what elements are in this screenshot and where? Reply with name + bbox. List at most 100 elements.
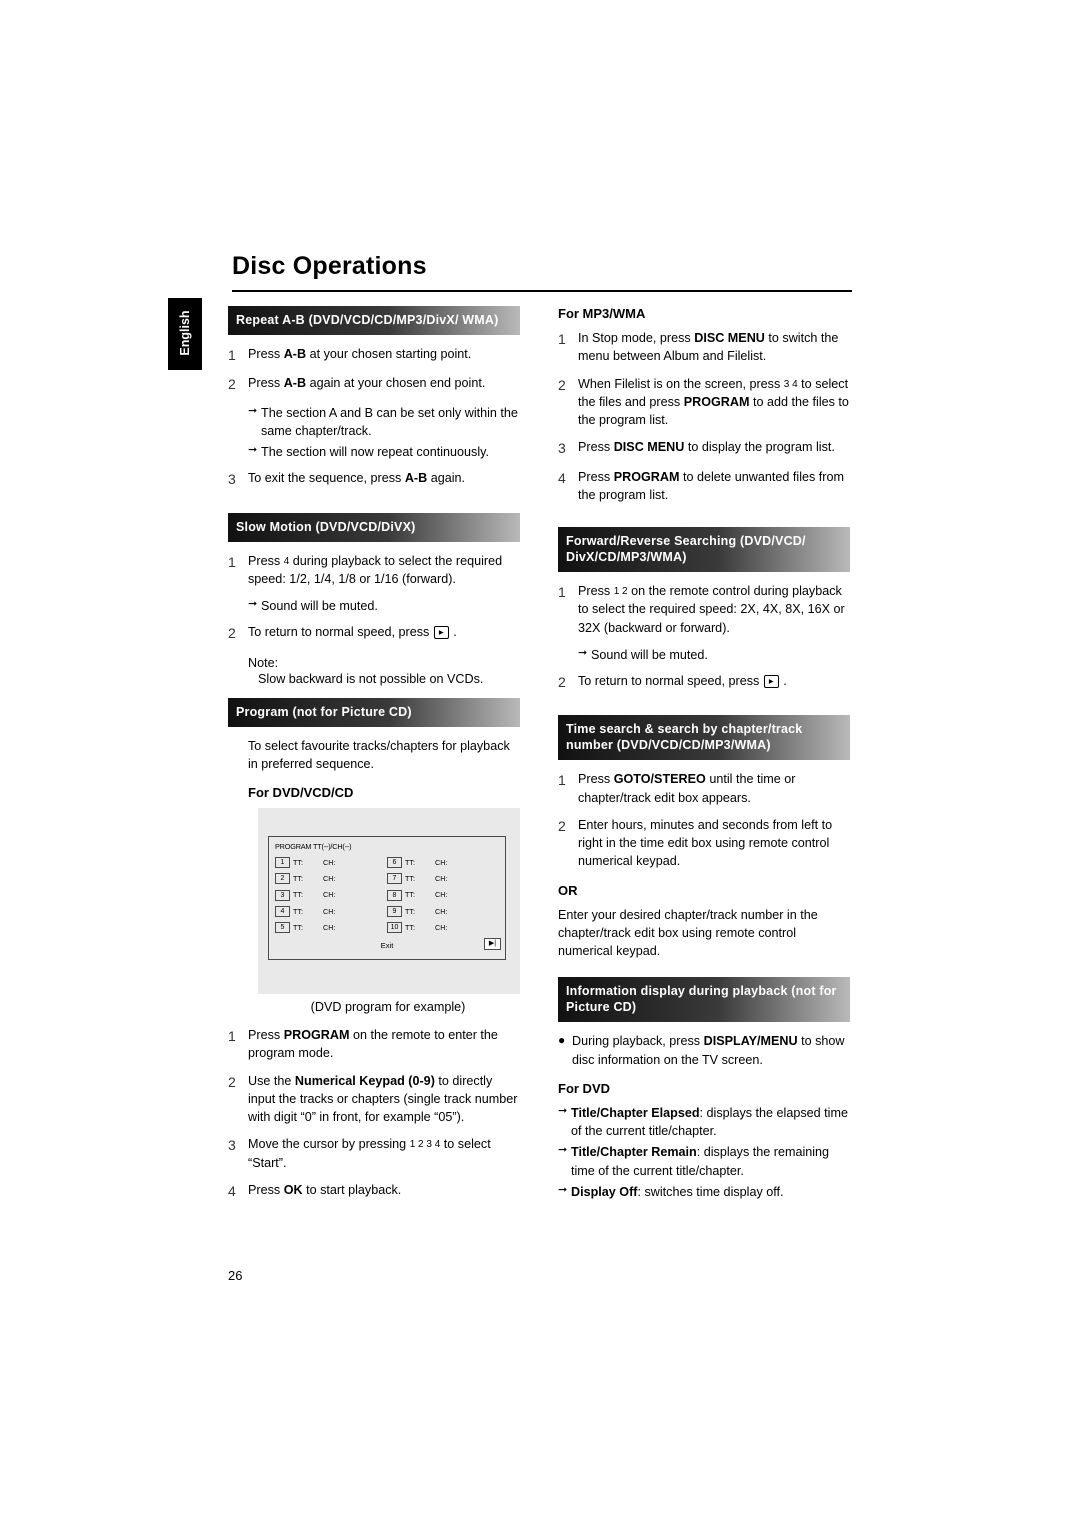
step-text: Press OK to start playback. xyxy=(248,1182,402,1197)
slot-chapter-label: CH: xyxy=(435,906,448,916)
section-header-time-search: Time search & search by chapter/track nu… xyxy=(558,715,850,761)
bullet-bold-label: Display Off xyxy=(571,1184,638,1199)
step-text: To return to normal speed, press ▸ . xyxy=(578,674,787,689)
program-screen-title: PROGRAM TT(--)/CH(--) xyxy=(275,842,352,852)
step: 3 To exit the sequence, press A-B again. xyxy=(228,469,520,489)
slot-chapter-label: CH: xyxy=(435,922,448,932)
or-text: Enter your desired chapter/track number … xyxy=(558,907,818,959)
step-text: Move the cursor by pressing 1 2 3 4 to s… xyxy=(248,1137,491,1170)
step-text: To return to normal speed, press ▸ . xyxy=(248,625,457,640)
or-label: OR xyxy=(558,882,578,898)
bullet-bold-label: Title/Chapter Remain xyxy=(571,1145,697,1160)
step-number: 1 xyxy=(558,772,566,789)
step-text: Press A-B again at your chosen end point… xyxy=(248,376,486,391)
step-text: Press 1 2 on the remote control during p… xyxy=(578,584,845,635)
slot-index: 4 xyxy=(275,905,290,917)
step: 4 Press OK to start playback. xyxy=(228,1181,520,1201)
next-page-icon: ▶| xyxy=(484,938,501,951)
slot-title-label: TT: xyxy=(293,858,303,868)
bullet-text: The section will now repeat continuously… xyxy=(261,445,489,460)
program-slot: 3 TT: CH: xyxy=(275,889,387,901)
section-header-forward-reverse-searching: Forward/Reverse Searching (DVD/VCD/ DivX… xyxy=(558,527,850,573)
step: 3 Press DISC MENU to display the program… xyxy=(558,438,850,458)
step: 2 To return to normal speed, press ▸ . xyxy=(558,672,850,692)
note-label: Note: xyxy=(248,655,279,670)
arrow-icon: ➞ xyxy=(248,444,258,457)
step: 1 Press GOTO/STEREO until the time or ch… xyxy=(558,770,850,807)
arrow-icon: ➞ xyxy=(578,646,588,659)
slot-chapter-label: CH: xyxy=(323,858,336,868)
step-number: 3 xyxy=(228,471,236,488)
slot-title-label: TT: xyxy=(293,922,303,932)
title-divider xyxy=(232,290,852,292)
subhead-for-dvd-vcd-cd: For DVD/VCD/CD xyxy=(248,785,354,801)
bullet-item: ➞ Title/Chapter Elapsed: displays the el… xyxy=(558,1104,850,1141)
program-slot: 2 TT: CH: xyxy=(275,873,387,885)
arrow-icon: ➞ xyxy=(558,1183,568,1196)
table-row: 3 TT: CH: 8 TT: CH: xyxy=(275,889,499,901)
direction-keys-icon: 1 2 3 4 xyxy=(409,1139,441,1151)
step: 2 To return to normal speed, press ▸ . xyxy=(228,623,520,643)
program-screen-illustration: PROGRAM TT(--)/CH(--) 1 TT: CH: 6 TT: CH… xyxy=(258,808,520,995)
page-number: 26 xyxy=(228,1268,243,1283)
slot-index: 9 xyxy=(387,905,402,917)
step-number: 2 xyxy=(228,376,236,393)
program-slot: 9 TT: CH: xyxy=(387,905,499,917)
slot-chapter-label: CH: xyxy=(435,874,448,884)
slot-index: 7 xyxy=(387,873,402,885)
step: 4 Press PROGRAM to delete unwanted files… xyxy=(558,468,850,505)
table-row: 5 TT: CH: 10 TT: CH: xyxy=(275,921,499,933)
slot-title-label: TT: xyxy=(405,906,415,916)
bullet-item: ➞ Display Off: switches time display off… xyxy=(558,1183,850,1201)
program-slot: 10 TT: CH: xyxy=(387,921,499,933)
step-text: Enter hours, minutes and seconds from le… xyxy=(578,817,833,869)
arrow-icon: ➞ xyxy=(248,598,258,611)
up-down-keys-icon: 3 4 xyxy=(783,378,798,390)
bullet-text: Sound will be muted. xyxy=(591,647,708,662)
bullet-item: ● During playback, press DISPLAY/MENU to… xyxy=(558,1032,850,1069)
step-number: 1 xyxy=(558,331,566,347)
arrow-icon: ➞ xyxy=(558,1144,568,1157)
table-row: 1 TT: CH: 6 TT: CH: xyxy=(275,857,499,869)
program-screen-box: PROGRAM TT(--)/CH(--) 1 TT: CH: 6 TT: CH… xyxy=(268,836,506,961)
step: 2 Press A-B again at your chosen end poi… xyxy=(228,374,520,394)
step: 1 Press 1 2 on the remote control during… xyxy=(558,582,850,637)
bullet-icon: ● xyxy=(558,1033,566,1048)
step-number: 2 xyxy=(558,817,566,834)
step-text: In Stop mode, press DISC MENU to switch … xyxy=(578,331,839,364)
program-slot: 7 TT: CH: xyxy=(387,873,499,885)
subhead-for-mp3-wma: For MP3/WMA xyxy=(558,306,646,321)
slot-chapter-label: CH: xyxy=(323,906,336,916)
left-right-keys-icon: 1 2 xyxy=(613,586,628,598)
bullet-text: Sound will be muted. xyxy=(261,599,378,614)
step-number: 2 xyxy=(558,674,566,691)
bullet-text: Title/Chapter Elapsed: displays the elap… xyxy=(571,1104,850,1141)
bullet-text: Display Off: switches time display off. xyxy=(571,1183,784,1201)
step-number: 4 xyxy=(228,1182,236,1199)
slot-title-label: TT: xyxy=(293,890,303,900)
section-header-information-display: Information display during playback (not… xyxy=(558,977,850,1023)
step-text: When Filelist is on the screen, press 3 … xyxy=(578,376,849,428)
bullet-item: ➞ The section A and B can be set only wi… xyxy=(248,404,520,441)
step-number: 2 xyxy=(558,376,566,393)
slot-title-label: TT: xyxy=(405,874,415,884)
right-column: For MP3/WMA 1 In Stop mode, press DISC M… xyxy=(558,306,850,1204)
step-number: 2 xyxy=(228,625,236,642)
slot-title-label: TT: xyxy=(405,922,415,932)
step-text: Press GOTO/STEREO until the time or chap… xyxy=(578,772,796,805)
program-slot: 4 TT: CH: xyxy=(275,905,387,917)
slot-title-label: TT: xyxy=(293,906,303,916)
step-text: Press 4 during playback to select the re… xyxy=(248,553,503,586)
slot-index: 5 xyxy=(275,921,290,933)
arrow-icon: ➞ xyxy=(248,404,258,417)
play-key-icon: ▸ xyxy=(433,626,449,640)
bullet-item: ➞ The section will now repeat continuous… xyxy=(248,443,520,461)
bullet-text: Title/Chapter Remain: displays the remai… xyxy=(571,1143,850,1180)
step-text: Press PROGRAM on the remote to enter the… xyxy=(248,1028,498,1061)
table-row: 2 TT: CH: 7 TT: CH: xyxy=(275,873,499,885)
slot-chapter-label: CH: xyxy=(323,890,336,900)
slot-title-label: TT: xyxy=(293,874,303,884)
step: 1 Press PROGRAM on the remote to enter t… xyxy=(228,1026,520,1063)
play-key-icon: ▸ xyxy=(763,675,779,689)
slot-chapter-label: CH: xyxy=(435,890,448,900)
